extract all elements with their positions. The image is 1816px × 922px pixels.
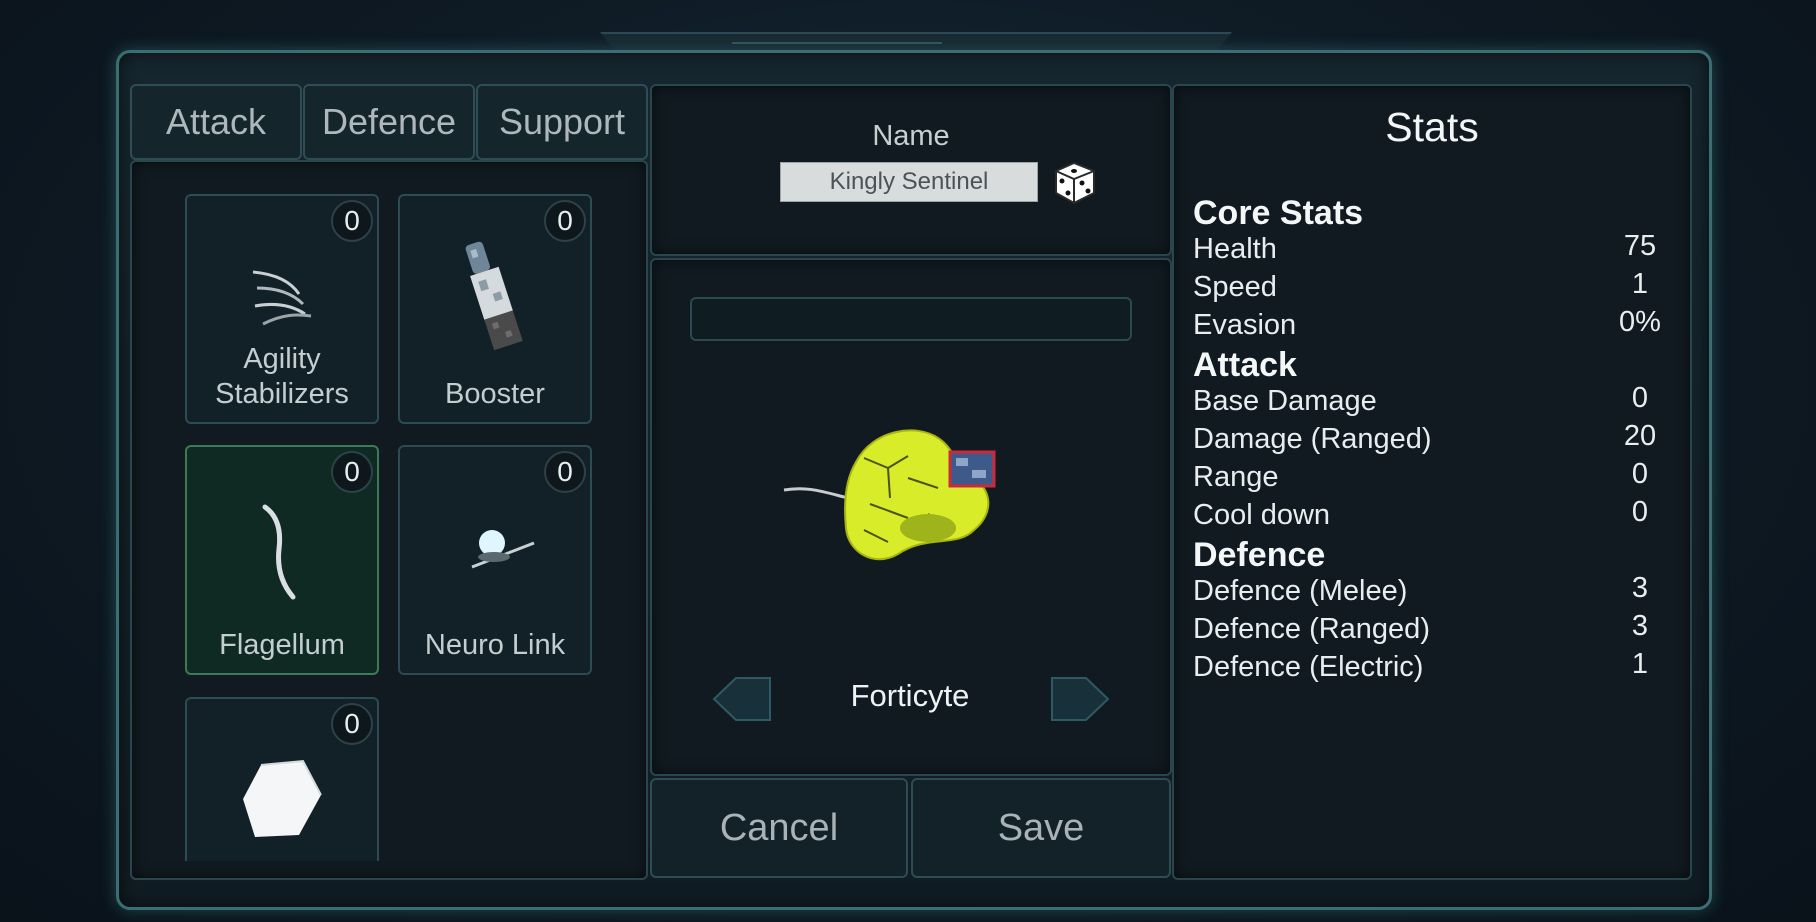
- part-label: Agility Stabilizers: [215, 343, 349, 410]
- stat-value-defence-melee: 3: [1631, 572, 1649, 604]
- species-name: Forticyte: [850, 678, 970, 713]
- stats-title: Stats: [1385, 104, 1479, 150]
- part-count: 0: [331, 200, 373, 242]
- stat-value-cool-down: 0: [1631, 496, 1649, 528]
- stat-value-damage-ranged: 20: [1623, 420, 1657, 452]
- stat-label-defence-melee: Defence (Melee): [1193, 575, 1408, 607]
- part-card-booster[interactable]: 0 Booster: [398, 194, 592, 424]
- name-input[interactable]: [780, 162, 1038, 202]
- dice-icon[interactable]: [1052, 159, 1098, 205]
- tab-support[interactable]: Support: [476, 84, 648, 160]
- stat-value-base-damage: 0: [1631, 382, 1649, 414]
- stat-value-range: 0: [1631, 458, 1649, 490]
- booster-icon: [465, 241, 523, 351]
- part-card-flagellum[interactable]: 0 Flagellum: [185, 445, 379, 675]
- part-count: 0: [331, 703, 373, 745]
- stat-label-defence-ranged: Defence (Ranged): [1193, 613, 1430, 645]
- part-label: Flagellum: [219, 629, 345, 661]
- stat-label-health: Health: [1193, 233, 1277, 265]
- prev-arrow-icon[interactable]: [712, 676, 774, 722]
- tab-defence[interactable]: Defence: [303, 84, 475, 160]
- part-card-agility-stabilizers[interactable]: 0 Agility Stabilizers: [185, 194, 379, 424]
- part-count: 0: [544, 200, 586, 242]
- creature-model: [783, 429, 996, 561]
- section-heading-attack: Attack: [1193, 346, 1297, 384]
- part-label: Neuro Link: [424, 629, 566, 661]
- cube-icon: [243, 759, 322, 837]
- part-card-cube[interactable]: 0: [185, 697, 379, 861]
- cancel-button[interactable]: Cancel: [650, 778, 908, 878]
- section-heading-defence: Defence: [1193, 536, 1326, 574]
- stat-value-defence-ranged: 3: [1631, 610, 1649, 642]
- next-arrow-icon[interactable]: [1048, 676, 1110, 722]
- stat-value-defence-electric: 1: [1631, 648, 1649, 680]
- stat-value-speed: 1: [1631, 268, 1649, 300]
- part-card-neuro-link[interactable]: 0 Neuro Link: [398, 445, 592, 675]
- stat-label-evasion: Evasion: [1193, 309, 1297, 341]
- stat-label-base-damage: Base Damage: [1193, 385, 1377, 417]
- flagellum-icon: [262, 504, 296, 600]
- save-button[interactable]: Save: [911, 778, 1171, 878]
- stat-label-speed: Speed: [1193, 271, 1277, 303]
- stat-value-evasion: 0%: [1619, 306, 1661, 338]
- part-label: Booster: [445, 378, 545, 410]
- stat-label-damage-ranged: Damage (Ranged): [1193, 423, 1432, 455]
- stat-label-range: Range: [1193, 461, 1279, 493]
- claws-icon: [252, 270, 312, 326]
- stat-label-cool-down: Cool down: [1193, 499, 1331, 531]
- tab-attack[interactable]: Attack: [130, 84, 302, 160]
- stat-label-defence-electric: Defence (Electric): [1193, 651, 1424, 683]
- neuro-link-icon: [471, 530, 535, 569]
- part-count: 0: [544, 451, 586, 493]
- name-label: Name: [872, 120, 950, 152]
- part-count: 0: [331, 451, 373, 493]
- section-heading-core-stats: Core Stats: [1193, 194, 1364, 232]
- preview-bar: [690, 297, 1132, 341]
- stat-value-health: 75: [1623, 230, 1657, 262]
